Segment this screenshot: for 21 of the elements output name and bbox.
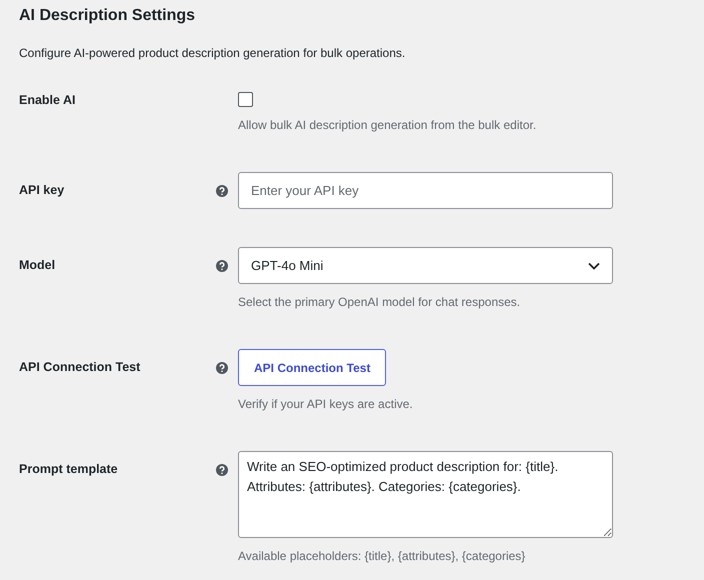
help-icon[interactable] (216, 464, 228, 476)
field-hint: Verify if your API keys are active. (238, 396, 414, 413)
help-icon[interactable] (216, 184, 228, 196)
field-hint: Select the primary OpenAI model for chat responses. (238, 294, 522, 311)
prompt-template-field[interactable]: Write an SEO-optimized product description for: {title}. Attributes: {attributes}. Categories: {categories}. (238, 451, 613, 538)
field-label: API Connection Test (19, 359, 140, 376)
api-key-field[interactable]: Enter your API key (238, 172, 613, 209)
section-title: AI Description Settings (19, 6, 196, 26)
field-label: API key (19, 182, 64, 200)
help-icon[interactable] (216, 260, 228, 272)
field-label: Enable AI (19, 92, 76, 109)
chevron-down-icon (588, 262, 600, 270)
field-label: Prompt template (19, 461, 118, 478)
section-description: Configure AI-powered product description generation for bulk operations. (19, 45, 406, 62)
field-hint: Allow bulk AI description generation from the bulk editor. (238, 117, 538, 134)
field-hint: Available placeholders: {title}, {attributes}, {categories} (238, 548, 526, 565)
connection-test-button[interactable]: API Connection Test (238, 349, 386, 386)
help-icon[interactable] (216, 362, 228, 374)
model-select[interactable]: GPT-4o Mini (238, 247, 613, 284)
checkbox[interactable] (238, 92, 253, 107)
field-label: Model (19, 257, 56, 274)
